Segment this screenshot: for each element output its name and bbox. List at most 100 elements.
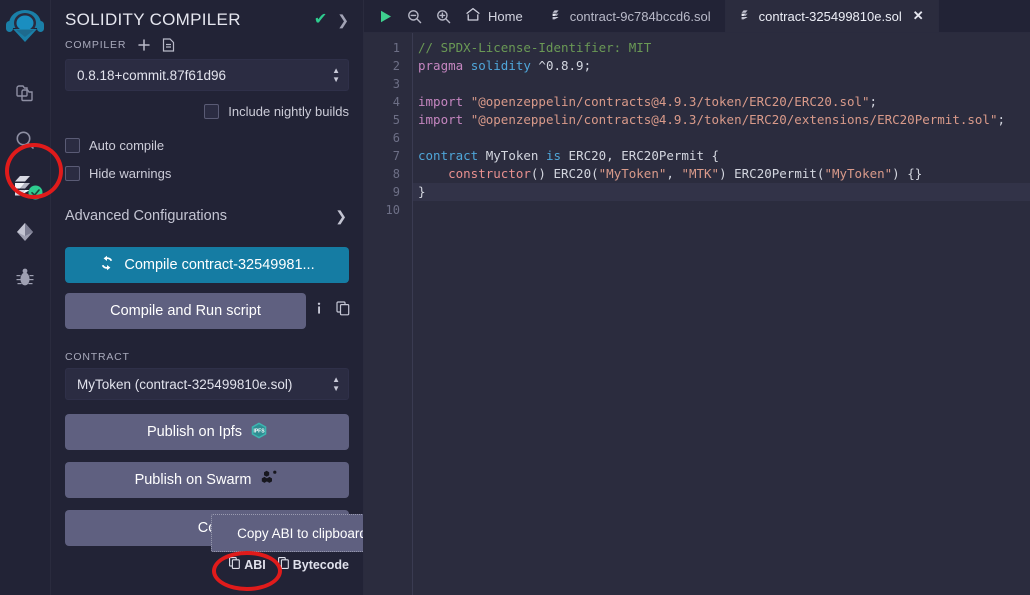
document-icon[interactable] [162,38,175,52]
copy-bytecode-label: Bytecode [292,557,349,572]
auto-compile-row[interactable]: Auto compile [51,131,363,159]
left-icon-bar [0,0,51,595]
zoom-in-icon[interactable] [436,9,451,24]
line-number: 2 [392,59,400,73]
code-line: // SPDX-License-Identifier: MIT [418,40,652,55]
copy-icon[interactable] [336,301,350,321]
contract-select-value: MyToken (contract-325499810e.sol) [77,376,293,392]
solidity-compiler-panel: SOLIDITY COMPILER ✔ ❯ COMPILER 0.8.18+co… [51,0,364,595]
compiler-version-select[interactable]: 0.8.18+commit.87f61d96 ▲ ▼ [65,59,349,91]
code-content[interactable]: // SPDX-License-Identifier: MIT pragma so… [412,33,1030,595]
editor-tab-label: contract-9c784bccd6.sol [569,8,711,24]
copy-abi-button[interactable]: ABI [229,557,266,572]
chevron-updown-icon-contract: ▲ ▼ [332,375,340,393]
compiler-label: COMPILER [65,39,127,51]
chevron-right-icon: ❯ [335,207,347,224]
code-line: constructor() ERC20("MyToken", "MTK") ER… [448,166,923,181]
code-line: } [412,183,1030,201]
plus-icon[interactable] [137,38,151,52]
code-viewport[interactable]: 1 2 3 4 5 6 7 8 9 10 // SPDX-License-Identifier: … [364,33,1030,595]
hide-warnings-checkbox[interactable] [65,165,80,181]
close-icon[interactable]: ✕ [913,8,924,24]
auto-compile-label: Auto compile [89,137,165,153]
line-number: 5 [392,113,400,127]
contract-select[interactable]: MyToken (contract-325499810e.sol) ▲ ▼ [65,368,349,400]
copy-artifacts-row: ABI Bytecode [51,557,363,572]
compile-contract-label: Compile contract-32549981... [124,257,315,273]
compiler-version-value: 0.8.18+commit.87f61d96 [77,67,226,83]
compile-contract-button[interactable]: Compile contract-32549981... [65,247,349,283]
compile-and-run-row: Compile and Run script [51,293,363,329]
info-icon[interactable] [312,301,326,321]
advanced-configurations-toggle[interactable]: Advanced Configurations ❯ [51,199,363,233]
home-tab[interactable]: Home [465,7,523,25]
sidebar-item-debugger[interactable] [0,255,50,301]
nightly-builds-row[interactable]: Include nightly builds [51,97,363,125]
hide-warnings-label: Hide warnings [89,165,172,181]
solidity-icon-active [740,9,751,23]
line-number: 7 [392,149,400,163]
compile-and-run-label: Compile and Run script [110,303,261,319]
line-number: 3 [392,77,400,91]
editor-tab-bar: Home contract-9c784bccd6.sol contract-32… [364,0,1030,33]
line-number: 8 [392,167,400,181]
page-title: SOLIDITY COMPILER [65,10,241,29]
sidebar-item-deploy-run[interactable] [0,209,50,255]
line-number: 6 [392,131,400,145]
line-number-gutter: 1 2 3 4 5 6 7 8 9 10 [364,33,412,595]
search-icon [14,129,36,151]
copy-bytecode-button[interactable]: Bytecode [277,557,349,572]
editor-toolbar: Home [364,0,537,32]
advanced-configurations-label: Advanced Configurations [65,208,228,224]
remix-logo-icon[interactable] [4,6,46,53]
remix-ide-window: SOLIDITY COMPILER ✔ ❯ COMPILER 0.8.18+co… [0,0,1030,595]
line-number: 9 [392,185,400,199]
zoom-out-icon[interactable] [407,9,422,24]
code-editor-area: Home contract-9c784bccd6.sol contract-32… [364,0,1030,595]
sidebar-item-file-explorer[interactable] [0,71,50,117]
include-nightly-builds-checkbox[interactable] [204,103,220,119]
line-number: 10 [385,203,400,217]
svg-text:IPFS: IPFS [254,428,266,434]
copy-abi-icon [229,557,241,572]
line-number: 1 [392,41,400,55]
editor-tab-active[interactable]: contract-325499810e.sol ✕ [725,0,939,32]
publish-on-swarm-label: Publish on Swarm [134,472,252,488]
publish-on-ipfs-label: Publish on Ipfs [146,424,243,440]
editor-tab-active-label: contract-325499810e.sol [758,8,902,24]
panel-header: SOLIDITY COMPILER ✔ ❯ [51,0,363,32]
panel-collapse-caret-icon[interactable]: ❯ [337,13,349,27]
hide-warnings-row[interactable]: Hide warnings [51,159,363,187]
code-line: pragma solidity ^0.8.9; [418,58,592,73]
code-line: contract MyToken is ERC20, ERC20Permit { [418,148,720,163]
include-nightly-builds-label: Include nightly builds [228,103,349,119]
copy-bytecode-icon [277,557,289,572]
auto-compile-checkbox[interactable] [65,137,80,153]
home-tab-label: Home [488,8,523,24]
solidity-icon [551,9,562,23]
compiler-label-row: COMPILER [51,32,363,56]
editor-tab-inactive[interactable]: contract-9c784bccd6.sol [537,0,726,32]
debugger-icon [14,267,36,289]
ipfs-logo-icon: IPFS [251,422,267,443]
play-icon[interactable] [378,9,393,24]
sidebar-item-solidity-compiler[interactable] [0,163,50,209]
code-line: import "@openzeppelin/contracts@4.9.3/to… [418,112,1006,127]
compile-and-run-script-button[interactable]: Compile and Run script [65,293,306,329]
chevron-updown-icon: ▲ ▼ [332,66,340,84]
copy-abi-label: ABI [244,557,266,572]
publish-on-ipfs-button[interactable]: Publish on Ipfs IPFS [65,414,349,450]
compile-success-badge-icon [28,185,43,200]
code-line: import "@openzeppelin/contracts@4.9.3/to… [418,94,878,109]
contract-section-label: CONTRACT [65,351,130,363]
swarm-logo-icon [260,470,279,490]
publish-on-swarm-button[interactable]: Publish on Swarm [65,462,349,498]
file-explorer-icon [14,83,36,105]
deploy-run-icon [14,221,36,243]
home-icon [465,7,481,25]
sidebar-item-search[interactable] [0,117,50,163]
compile-status-check-icon: ✔ [313,11,328,28]
